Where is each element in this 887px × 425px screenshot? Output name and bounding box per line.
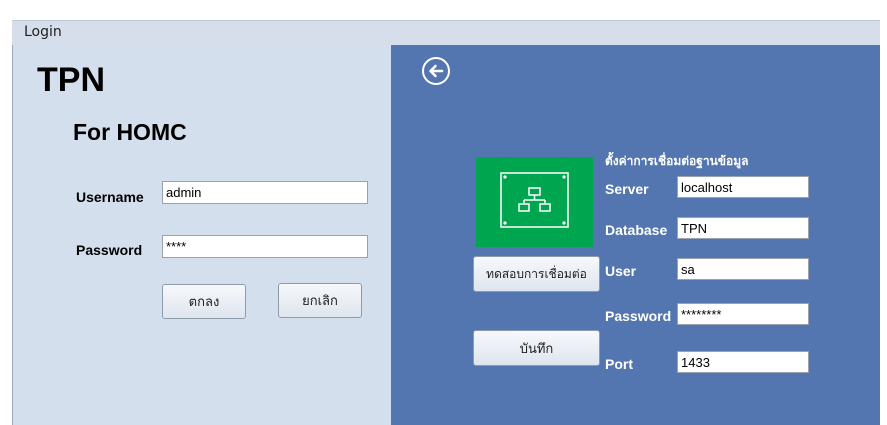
login-window: Login TPN For HOMC Username Password ตกล… — [0, 0, 887, 425]
username-input[interactable] — [162, 181, 368, 204]
server-label: Server — [605, 181, 649, 197]
section-title: ตั้งค่าการเชื่อมต่อฐานข้อมูล — [605, 154, 749, 168]
title-bar: Login — [12, 20, 880, 45]
db-password-input[interactable] — [677, 303, 809, 325]
network-tile — [476, 157, 593, 247]
db-settings-panel: ทดสอบการเชื่อมต่อ บันทึก ตั้งค่าการเชื่อ… — [391, 45, 880, 425]
app-subtitle: For HOMC — [73, 119, 187, 145]
port-input[interactable] — [677, 351, 809, 373]
user-label: User — [605, 263, 637, 279]
network-hierarchy-icon — [500, 172, 569, 228]
password-input[interactable] — [162, 235, 368, 258]
ok-button[interactable]: ตกลง — [162, 284, 246, 319]
window-title: Login — [24, 24, 62, 40]
password-label: Password — [76, 242, 143, 258]
server-input[interactable] — [677, 176, 809, 198]
save-button[interactable]: บันทึก — [473, 330, 600, 366]
database-input[interactable] — [677, 217, 809, 239]
database-label: Database — [605, 222, 668, 238]
cancel-button[interactable]: ยกเลิก — [278, 283, 362, 318]
username-label: Username — [76, 189, 144, 205]
test-connection-button[interactable]: ทดสอบการเชื่อมต่อ — [473, 256, 600, 292]
app-title: TPN — [37, 61, 105, 99]
port-label: Port — [605, 356, 633, 372]
back-button[interactable] — [422, 57, 450, 85]
user-input[interactable] — [677, 258, 809, 280]
db-password-label: Password — [605, 308, 672, 324]
login-panel: TPN For HOMC Username Password ตกลง ยกเล… — [12, 45, 392, 425]
arrow-left-circle-icon — [429, 64, 444, 78]
